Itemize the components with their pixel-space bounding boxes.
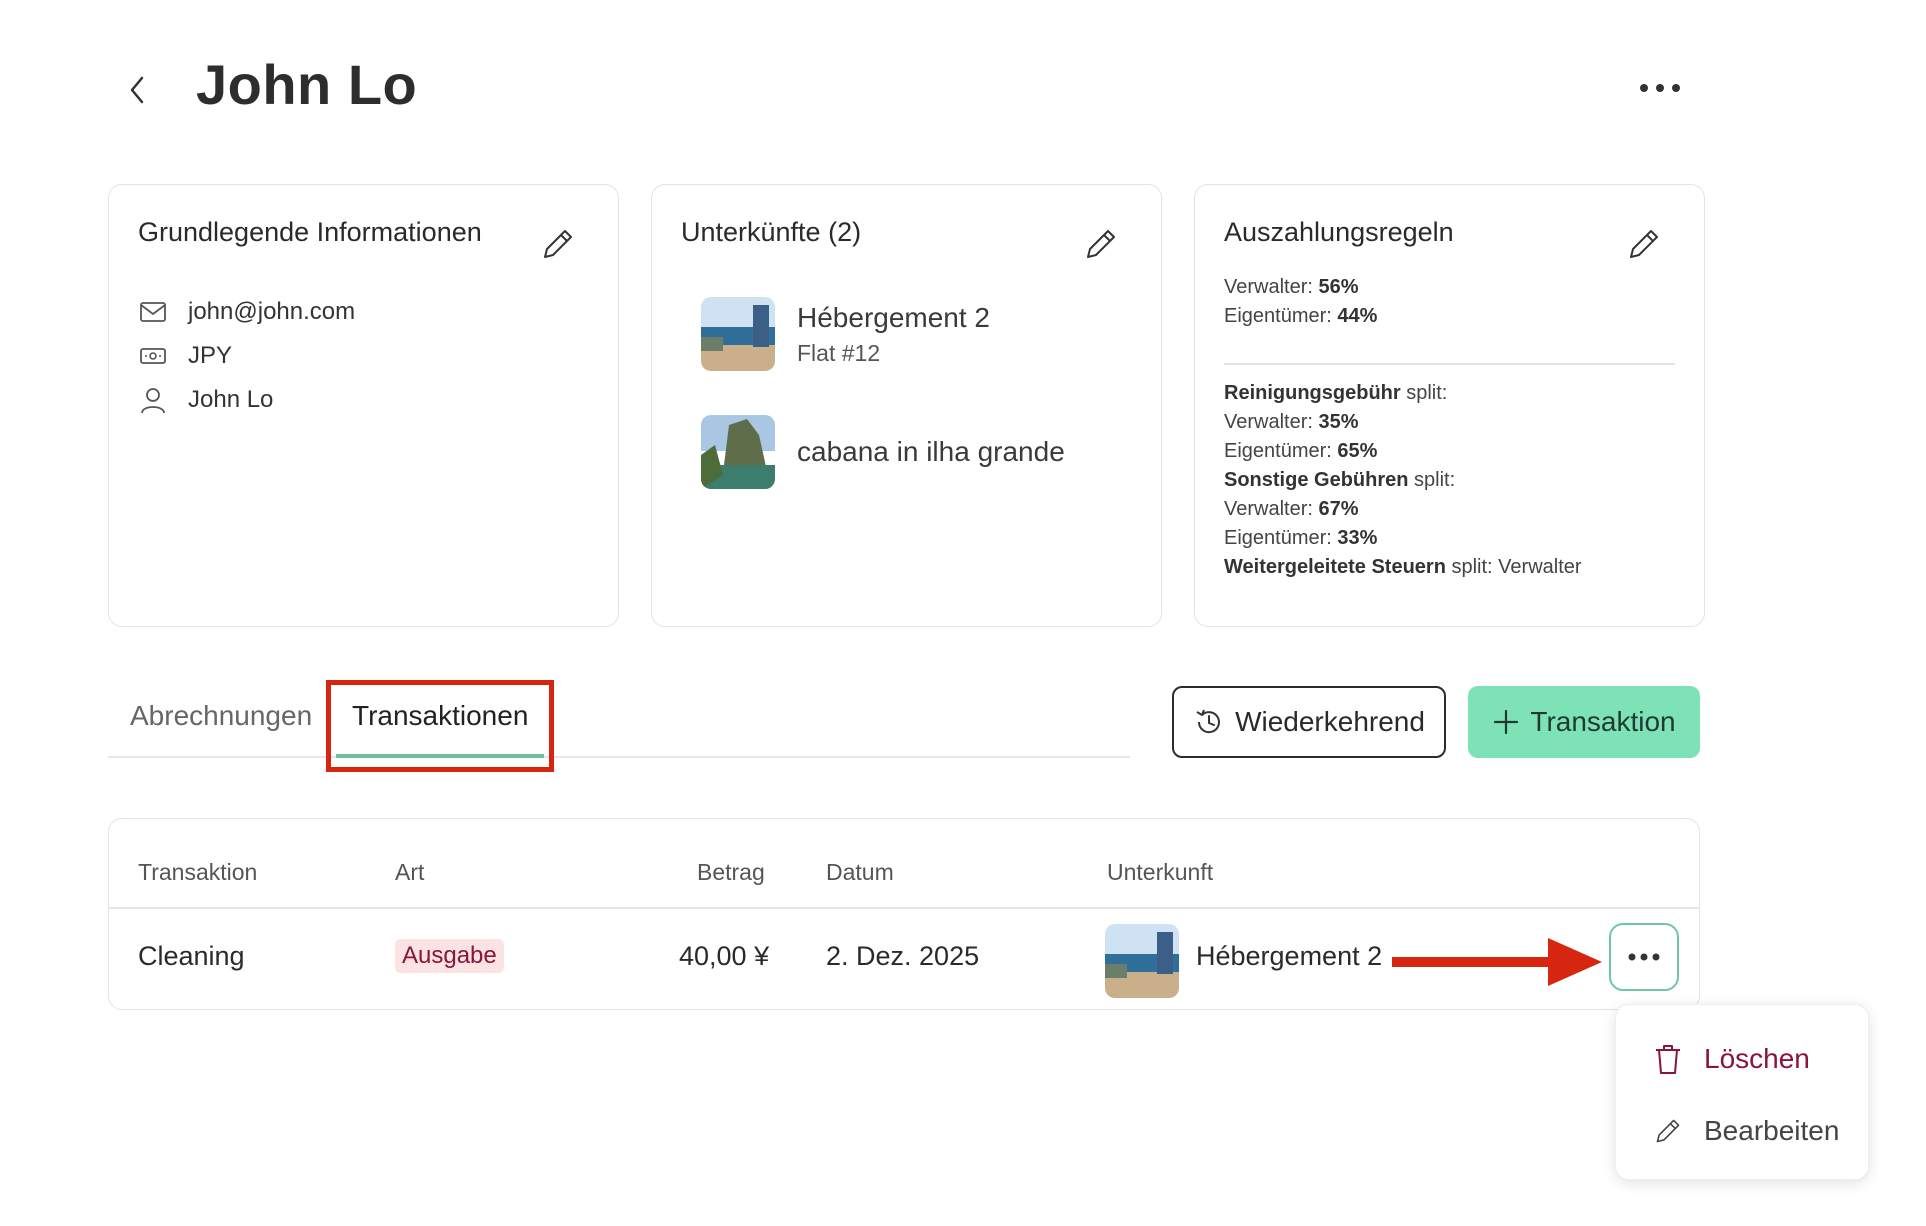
column-header-property: Unterkunft [1107, 859, 1214, 885]
property-item[interactable]: cabana in ilha grande [701, 415, 1065, 489]
recurring-label: Wiederkehrend [1235, 706, 1425, 737]
annotation-arrow-icon [1392, 932, 1608, 992]
pencil-icon [1650, 1113, 1686, 1149]
back-chevron-icon[interactable] [124, 72, 152, 108]
more-options-icon[interactable] [1636, 72, 1684, 102]
add-transaction-label: Transaktion [1530, 706, 1676, 737]
page-title: John Lo [196, 53, 418, 116]
rule-cleaning-manager: Verwalter: 35% [1224, 411, 1359, 433]
tabs-baseline [108, 756, 1130, 758]
trash-icon [1650, 1041, 1686, 1077]
user-icon [138, 385, 168, 415]
column-header-type: Art [395, 859, 425, 885]
email-value: john@john.com [188, 298, 356, 325]
email-row: john@john.com [138, 297, 355, 327]
currency-icon [138, 341, 168, 371]
property-name: cabana in ilha grande [797, 436, 1065, 467]
rule-other-owner: Eigentümer: 33% [1224, 527, 1378, 549]
rule-other-manager: Verwalter: 67% [1224, 498, 1359, 520]
currency-value: JPY [188, 342, 233, 369]
property-subtitle: Flat #12 [797, 339, 881, 366]
properties-title: Unterkünfte (2) [681, 217, 862, 247]
mail-icon [138, 297, 168, 327]
column-header-date: Datum [826, 859, 894, 885]
add-transaction-button[interactable]: Transaktion [1468, 686, 1700, 758]
menu-edit-label: Bearbeiten [1704, 1115, 1840, 1146]
edit-payout-pencil-icon[interactable] [1623, 223, 1665, 265]
rule-manager: Verwalter: 56% [1224, 276, 1359, 298]
row-actions-menu: Löschen Bearbeiten [1615, 1004, 1869, 1180]
rule-cleaning-header: Reinigungsgebühr split: [1224, 382, 1448, 404]
rules-divider [1224, 363, 1675, 365]
plus-icon [1492, 708, 1520, 736]
menu-item-delete[interactable]: Löschen [1650, 1041, 1810, 1077]
edit-basic-info-pencil-icon[interactable] [537, 223, 579, 265]
recurring-button[interactable]: Wiederkehrend [1172, 686, 1446, 758]
property-thumbnail-beach [701, 297, 775, 371]
rule-other-header: Sonstige Gebühren split: [1224, 469, 1456, 491]
payout-base-rules: Verwalter: 56% Eigentümer: 44% [1224, 273, 1377, 331]
history-icon [1193, 706, 1225, 738]
cell-date: 2. Dez. 2025 [826, 941, 980, 971]
cell-property[interactable]: Hébergement 2 [1196, 941, 1382, 972]
edit-properties-pencil-icon[interactable] [1080, 223, 1122, 265]
rule-tax: Weitergeleitete Steuern split: Verwalter [1224, 556, 1582, 578]
payout-rules-card: Auszahlungsregeln Verwalter: 56% Eigentü… [1194, 184, 1705, 627]
cell-transaction[interactable]: Cleaning [138, 941, 245, 972]
rule-cleaning-owner: Eigentümer: 65% [1224, 440, 1378, 462]
name-row: John Lo [138, 385, 273, 415]
type-badge: Ausgabe [395, 939, 504, 973]
property-item[interactable]: Hébergement 2 Flat #12 [701, 297, 990, 371]
basic-info-card: Grundlegende Informationen john@john.com… [108, 184, 619, 627]
menu-delete-label: Löschen [1704, 1043, 1810, 1074]
header-divider [109, 907, 1699, 909]
property-thumbnail-island [701, 415, 775, 489]
tab-abrechnungen[interactable]: Abrechnungen [130, 700, 312, 732]
menu-item-edit[interactable]: Bearbeiten [1650, 1113, 1839, 1149]
property-name: Hébergement 2 [797, 301, 991, 333]
rule-owner: Eigentümer: 44% [1224, 305, 1378, 327]
column-header-transaction: Transaktion [138, 859, 258, 885]
cell-amount: 40,00 ¥ [679, 941, 770, 971]
properties-card: Unterkünfte (2) Hébergement 2 Flat #12 c… [651, 184, 1162, 627]
annotation-highlight-box [326, 680, 554, 772]
row-property-thumbnail [1105, 924, 1179, 998]
more-horizontal-icon [1624, 951, 1664, 963]
basic-info-title: Grundlegende Informationen [138, 217, 482, 247]
currency-row: JPY [138, 341, 232, 371]
payout-split-rules: Reinigungsgebühr split: Verwalter: 35% E… [1224, 379, 1582, 582]
row-more-options-button[interactable] [1609, 923, 1679, 991]
payout-rules-title: Auszahlungsregeln [1224, 217, 1454, 247]
column-header-amount: Betrag [697, 859, 765, 885]
name-value: John Lo [188, 386, 274, 413]
